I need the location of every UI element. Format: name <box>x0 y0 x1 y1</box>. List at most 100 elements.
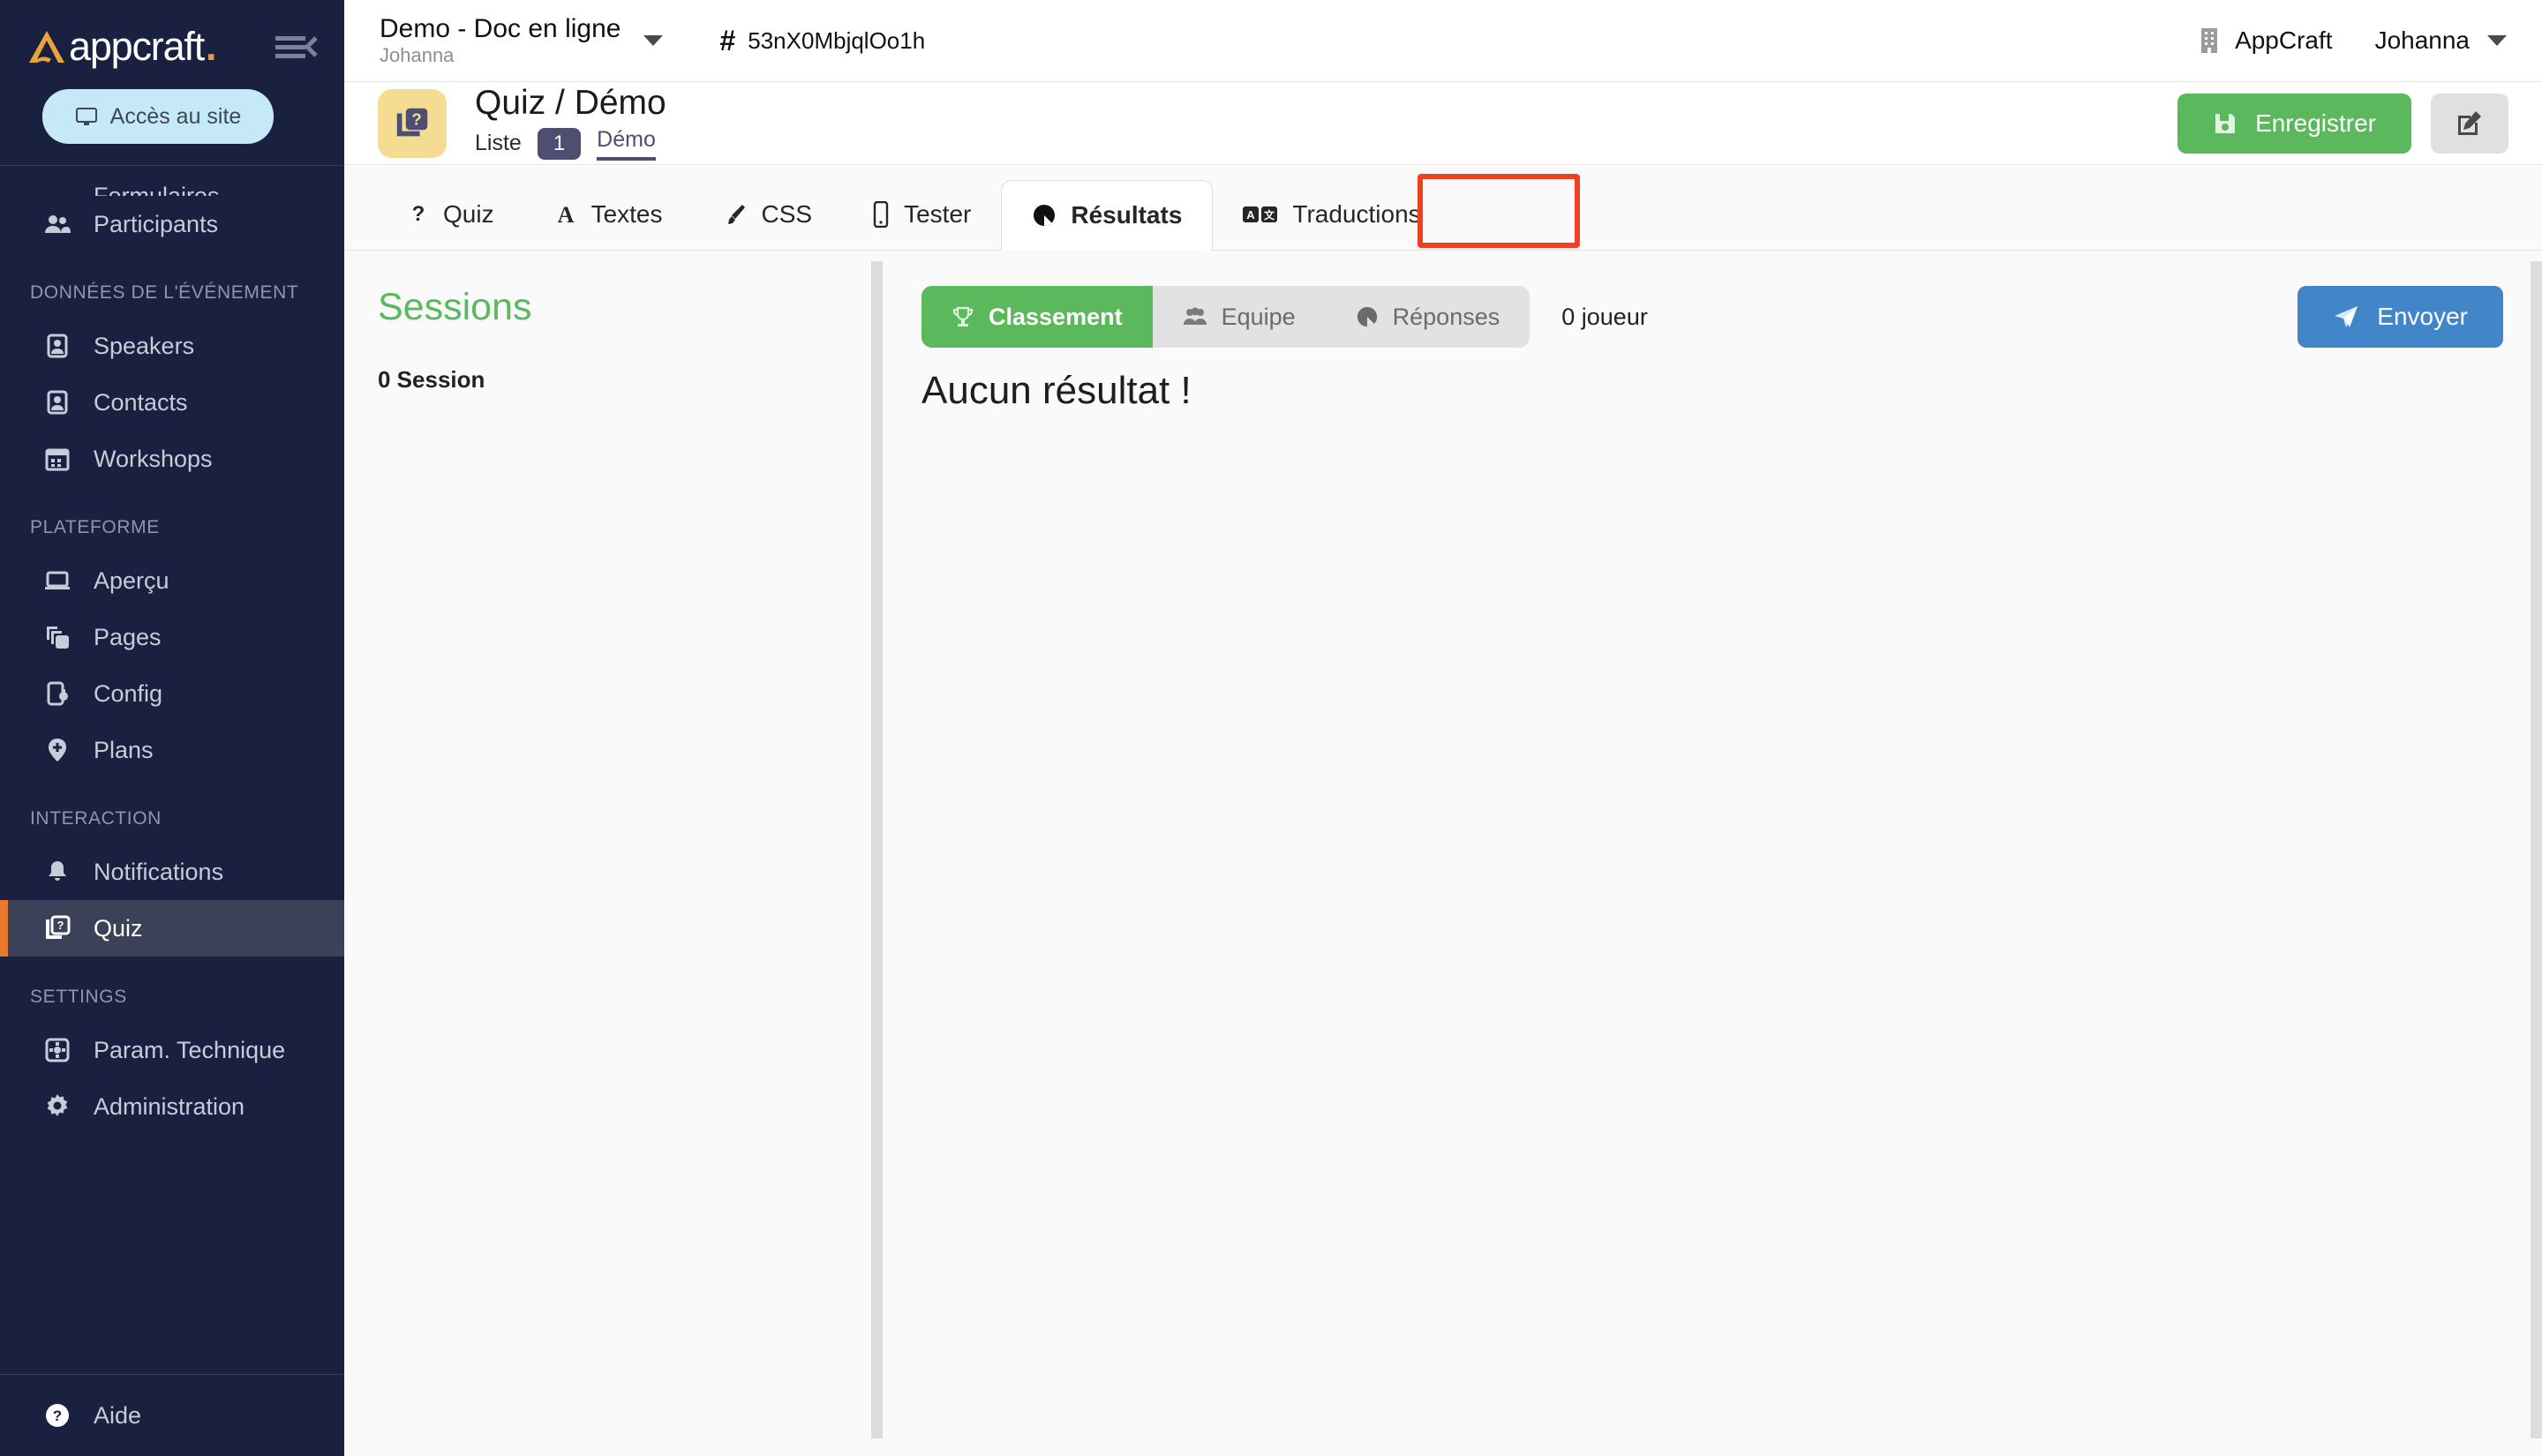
sidebar-item-plans[interactable]: Plans <box>0 722 344 778</box>
svg-text:A: A <box>557 202 574 227</box>
trophy-icon <box>951 305 974 328</box>
empty-results-message: Aucun résultat ! <box>921 369 1192 412</box>
sidebar-item-speakers[interactable]: Speakers <box>0 318 344 374</box>
breadcrumb-count-badge: 1 <box>537 127 582 160</box>
sidebar-header: appcraft . Accès au site <box>0 0 344 165</box>
collapse-sidebar-icon[interactable] <box>274 29 318 64</box>
tab-label: CSS <box>761 200 813 228</box>
page-title: Quiz / Démo <box>475 84 666 123</box>
tab-traductions[interactable]: A文 Traductions <box>1213 179 1450 250</box>
sidebar-item-label: Participants <box>94 210 219 237</box>
access-site-label: Accès au site <box>109 103 242 129</box>
sidebar-item-label: Contacts <box>94 388 188 416</box>
access-site-button[interactable]: Accès au site <box>42 89 274 144</box>
sidebar-item-administration[interactable]: Administration <box>0 1078 344 1135</box>
building-icon <box>2198 26 2221 55</box>
sidebar-item-config[interactable]: Config <box>0 665 344 722</box>
edit-button[interactable] <box>2431 93 2508 154</box>
user-name: Johanna <box>2374 26 2470 54</box>
pencil-icon <box>42 180 72 196</box>
segment-equipe[interactable]: Equipe <box>1152 286 1326 348</box>
tab-label: Textes <box>590 200 663 228</box>
sidebar-item-notifications[interactable]: Notifications <box>0 844 344 900</box>
user-menu[interactable]: Johanna <box>2375 26 2507 55</box>
sidebar-item-label: Formulaires <box>94 183 220 196</box>
send-button[interactable]: Envoyer <box>2298 286 2503 348</box>
help-circle-icon: ? <box>42 1400 72 1430</box>
sidebar-item-label: Quiz <box>94 914 143 942</box>
pie-chart-icon <box>1032 203 1057 228</box>
settings-square-icon <box>42 1035 72 1065</box>
event-selector[interactable]: Demo - Doc en ligne Johanna <box>380 14 664 67</box>
sidebar-item-param-technique[interactable]: Param. Technique <box>0 1022 344 1078</box>
svg-text:?: ? <box>412 202 425 226</box>
content-area: Sessions 0 Session Classement Equipe Rép… <box>344 251 2542 1456</box>
chevron-down-icon <box>643 34 664 46</box>
sidebar-item-apercu[interactable]: Aperçu <box>0 552 344 609</box>
sessions-title: Sessions <box>378 286 532 328</box>
event-id-block: # 53nX0MbjqlOo1h <box>719 25 925 57</box>
top-bar: Demo - Doc en ligne Johanna # 53nX0Mbjql… <box>344 0 2542 82</box>
tab-quiz[interactable]: ? Quiz <box>378 179 524 250</box>
tab-label: Traductions <box>1292 200 1421 228</box>
svg-text:?: ? <box>411 109 421 128</box>
sessions-panel: Sessions 0 Session <box>344 251 883 1456</box>
event-id-value: 53nX0MbjqlOo1h <box>748 26 926 54</box>
tab-label: Résultats <box>1071 201 1183 229</box>
breadcrumb-current[interactable]: Démo <box>597 127 656 161</box>
segment-classement[interactable]: Classement <box>921 286 1153 348</box>
main-area: Demo - Doc en ligne Johanna # 53nX0Mbjql… <box>344 0 2542 1456</box>
segment-reponses[interactable]: Réponses <box>1325 286 1530 348</box>
laptop-icon <box>42 566 72 596</box>
hash-icon: # <box>719 24 736 56</box>
sidebar-item-label: Speakers <box>94 332 195 359</box>
sidebar-section-title-settings: SETTINGS <box>30 987 127 1007</box>
segment-label: Réponses <box>1392 303 1500 330</box>
tab-resultats[interactable]: Résultats <box>1001 180 1214 251</box>
calendar-icon <box>42 444 72 474</box>
question-mark-icon: ? <box>408 202 429 227</box>
sidebar-item-contacts[interactable]: Contacts <box>0 374 344 431</box>
app-root: appcraft . Accès au site Formulaires Par… <box>0 0 2542 1456</box>
quiz-module-icon: ? <box>378 88 447 158</box>
sidebar-item-pages[interactable]: Pages <box>0 609 344 665</box>
svg-text:?: ? <box>57 919 64 932</box>
save-label: Enregistrer <box>2255 109 2376 137</box>
organization-selector[interactable]: AppCraft <box>2198 26 2333 55</box>
logo-wordmark: appcraft <box>69 24 205 69</box>
breadcrumb-liste[interactable]: Liste <box>475 131 522 156</box>
sessions-scrollbar[interactable] <box>871 261 883 1438</box>
tab-tester[interactable]: Tester <box>842 179 1001 250</box>
sidebar-section-title-interaction: INTERACTION <box>30 808 162 829</box>
tab-label: Quiz <box>443 200 494 228</box>
badge-person-icon <box>42 387 72 417</box>
monitor-icon <box>75 105 98 128</box>
segment-label: Classement <box>989 303 1123 330</box>
letter-a-icon: A <box>554 202 577 227</box>
sidebar-item-formulaires[interactable]: Formulaires <box>0 166 344 196</box>
send-label: Envoyer <box>2377 303 2468 330</box>
sidebar-item-aide[interactable]: ? Aide <box>0 1375 344 1456</box>
svg-text:A: A <box>1247 208 1256 221</box>
sidebar-item-quiz[interactable]: ? Quiz <box>0 900 344 957</box>
page-header: ? Quiz / Démo Liste 1 Démo Enregistrer <box>344 82 2542 165</box>
sidebar-item-label: Aide <box>94 1401 142 1429</box>
tab-css[interactable]: CSS <box>693 179 843 250</box>
sidebar-item-label: Notifications <box>94 858 224 885</box>
sidebar-item-workshops[interactable]: Workshops <box>0 431 344 487</box>
sidebar-nav: Formulaires Participants DONNÉES DE L'ÉV… <box>0 166 344 1374</box>
gear-icon <box>42 1092 72 1122</box>
bell-icon <box>42 857 72 887</box>
event-owner: Johanna <box>380 44 455 67</box>
appcraft-logo[interactable]: appcraft . <box>26 23 217 70</box>
sidebar-item-participants[interactable]: Participants <box>0 196 344 252</box>
results-scrollbar[interactable] <box>2531 261 2542 1438</box>
appcraft-triangle-icon <box>26 28 67 65</box>
translate-icon: A文 <box>1243 204 1278 225</box>
sidebar-item-label: Administration <box>94 1092 245 1120</box>
paintbrush-icon <box>723 202 748 227</box>
mobile-icon <box>872 201 890 228</box>
tab-textes[interactable]: A Textes <box>524 179 693 250</box>
save-button[interactable]: Enregistrer <box>2177 93 2411 154</box>
sidebar-item-label: Param. Technique <box>94 1036 286 1063</box>
